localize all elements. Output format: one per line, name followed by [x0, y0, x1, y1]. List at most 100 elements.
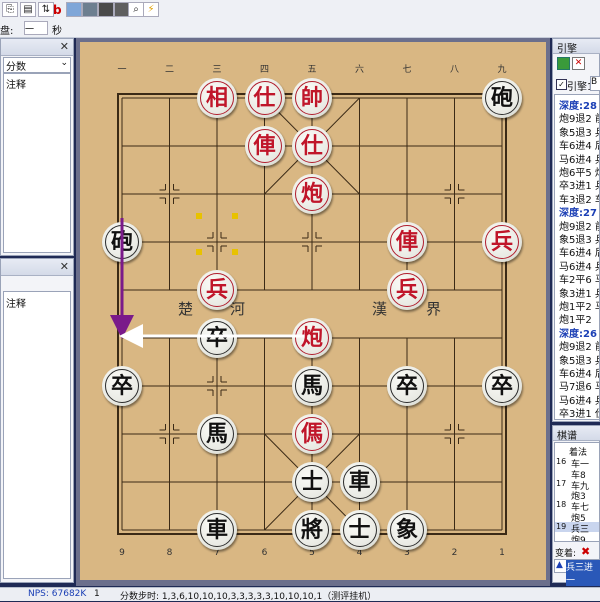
red-piece[interactable]: 俥 [244, 126, 285, 166]
board-select[interactable]: 一 [24, 21, 48, 35]
piece-label: 傌 [300, 421, 323, 447]
paste-icon[interactable]: ▤ [20, 2, 36, 17]
piece-label: 卒 [205, 325, 228, 351]
nps-readout: NPS: 67682K [28, 589, 87, 599]
engine-panel: 引擎 ✕ ✓ 引擎1: B 深度:28 己炮9退2 前象5退3 兵车6进4 后马… [552, 38, 600, 422]
red-piece[interactable]: 帥 [292, 78, 332, 118]
left-panel-top: ✕ 分数 ⌄ 注释 [0, 38, 74, 256]
move-row[interactable]: 19 兵三 [555, 521, 599, 535]
piece-label: 仕 [253, 85, 276, 111]
stop-icon[interactable] [98, 2, 114, 17]
file-number-top: 四 [259, 65, 269, 75]
red-piece[interactable]: 俥 [387, 222, 427, 262]
red-piece[interactable]: 兵 [387, 270, 427, 310]
move-row[interactable]: 炮3 [555, 489, 599, 502]
black-piece[interactable]: 卒 [482, 366, 522, 406]
moves-list[interactable]: 着法 16 车一 车8 17 车九 炮3 18 车七 炮5 19 兵三 炮9 [554, 442, 600, 542]
black-piece[interactable]: 馬 [292, 366, 332, 406]
file-number-top: 六 [354, 65, 364, 75]
black-piece[interactable]: 車 [197, 510, 237, 550]
piece-label: 卒 [490, 373, 513, 399]
board-icon[interactable] [66, 2, 82, 17]
red-piece[interactable]: 炮 [292, 174, 332, 214]
red-piece[interactable]: 炮 [292, 318, 332, 358]
moves-title-bar: 棋谱 [553, 426, 600, 442]
black-piece[interactable]: 砲 [102, 222, 142, 262]
status-bar: NPS: 67682K 1 分数步时: 1,3,6,10,10,10,3,3,3… [0, 587, 600, 602]
river-text-chu: 楚 [178, 300, 194, 318]
move-row[interactable]: 16 车一 [555, 457, 599, 470]
red-piece[interactable]: 兵 [482, 222, 522, 262]
xiangqi-board[interactable]: 一二三四五六七八九 987654321 楚 河 漢 界 相仕帥砲俥仕炮砲俥兵兵兵… [80, 42, 546, 580]
notes-header: 注释 [6, 80, 26, 91]
black-piece[interactable]: 士 [292, 462, 332, 502]
piece-label: 將 [300, 517, 323, 543]
file-number-bottom: 1 [499, 548, 505, 558]
red-piece[interactable]: 兵 [197, 270, 237, 310]
black-piece[interactable]: 將 [292, 510, 332, 550]
selection-corner [196, 249, 202, 255]
close-engine-icon[interactable]: ✕ [572, 57, 585, 70]
bolt-icon[interactable]: ⚡ [143, 2, 159, 17]
file-number-top: 一 [117, 65, 127, 75]
notes-list-bottom[interactable]: 注释 [3, 291, 71, 579]
red-piece[interactable]: 仕 [292, 126, 332, 166]
black-piece[interactable]: 卒 [197, 318, 237, 358]
move-row[interactable]: 炮9 [555, 533, 599, 542]
engine-select[interactable]: B [590, 76, 600, 91]
sub-toolbar: 盘: 一 秒 [0, 20, 600, 38]
variation-list[interactable]: ▲ 兵三进一 [554, 559, 600, 586]
black-piece[interactable]: 砲 [482, 78, 522, 118]
piece-label: 砲 [110, 229, 133, 255]
engine-output[interactable]: 深度:28 己炮9退2 前象5退3 兵车6进4 后马6进4 兵炮6平5 炮卒3进… [554, 94, 600, 420]
piece-label: 兵 [395, 277, 418, 303]
close-icon[interactable]: ✕ [60, 260, 69, 273]
engine-checkbox[interactable]: ✓ [556, 79, 567, 90]
variation-move[interactable]: 兵三进一 [566, 560, 600, 586]
red-piece[interactable]: 相 [197, 78, 237, 118]
move-number: 16 [556, 457, 567, 466]
piece-label: 馬 [205, 421, 228, 447]
river-text-jie: 界 [426, 300, 442, 318]
copy-icon[interactable]: ⎘ [2, 2, 18, 17]
piece-label: 炮 [300, 325, 323, 351]
score-dropdown-value: 分数 [6, 62, 26, 73]
piece-label: 兵 [490, 229, 513, 255]
bold-b-button[interactable]: b [53, 3, 62, 17]
river-text-han: 漢 [372, 300, 388, 318]
board-label: 盘: [0, 26, 14, 37]
flip-icon[interactable]: ⇅ [38, 2, 54, 17]
move-row[interactable]: 车8 [555, 468, 599, 481]
piece-label: 兵 [205, 277, 228, 303]
move-row[interactable]: 炮5 [555, 511, 599, 524]
left-panel-bottom: ✕ 注释 [0, 258, 74, 583]
move-text: 炮9 [571, 535, 586, 542]
image-icon[interactable] [82, 2, 98, 17]
move-number: 17 [556, 478, 567, 488]
black-piece[interactable]: 士 [339, 510, 380, 550]
move-row[interactable]: 18 车七 [555, 500, 599, 513]
notes-list-top[interactable]: 注释 [3, 73, 71, 253]
delete-icon[interactable]: ✖ [581, 545, 590, 558]
moves-panel: 棋谱 着法 16 车一 车8 17 车九 炮3 18 车七 炮5 19 兵三 炮9 变着: ✖ ▲ 兵… [552, 425, 600, 586]
piece-label: 帥 [300, 85, 323, 111]
black-piece[interactable]: 卒 [102, 366, 142, 406]
move-row[interactable]: 17 车九 [555, 478, 599, 492]
black-piece[interactable]: 象 [387, 510, 427, 550]
score-dropdown[interactable]: 分数 ⌄ [3, 57, 71, 73]
black-piece[interactable]: 車 [339, 462, 380, 502]
selection-corner [232, 213, 238, 219]
piece-label: 馬 [300, 373, 323, 399]
left-panel-bottom-title: ✕ [1, 259, 73, 276]
step-times: 分数步时: 1,3,6,10,10,10,3,3,3,3,3,10,10,10,… [120, 592, 377, 602]
red-piece[interactable]: 仕 [244, 78, 285, 118]
piece-label: 士 [348, 517, 371, 543]
close-icon[interactable]: ✕ [60, 40, 69, 53]
file-number-bottom: 9 [119, 548, 125, 558]
red-piece[interactable]: 傌 [292, 414, 332, 454]
black-piece[interactable]: 卒 [387, 366, 427, 406]
variation-arrow-icon: ▲ [556, 560, 563, 570]
black-piece[interactable]: 馬 [197, 414, 237, 454]
search-icon[interactable]: ⌕ [128, 2, 144, 17]
play-icon[interactable] [557, 57, 570, 70]
